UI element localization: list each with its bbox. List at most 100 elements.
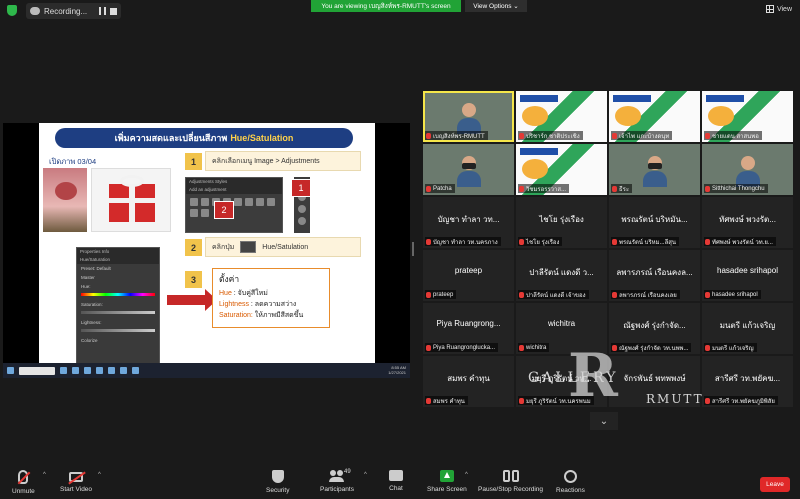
unmute-button[interactable]: Unmute bbox=[12, 470, 35, 495]
chat-button[interactable]: Chat bbox=[389, 470, 403, 492]
watermark-letter: R bbox=[568, 341, 618, 411]
participant-display-name: wichitra bbox=[547, 319, 576, 328]
participant-display-name: มนตรี แก้วเจริญ bbox=[719, 321, 776, 330]
participant-tile[interactable]: Piya Ruangrong... Piya Ruangronglucka... bbox=[423, 303, 514, 354]
participant-tile[interactable]: hasadee srihapol hasadee srihapol bbox=[702, 250, 793, 301]
microphone-muted-icon bbox=[18, 470, 29, 484]
properties-panel: Properties Info Hue/Saturation Preset: D… bbox=[76, 247, 160, 363]
participant-tile[interactable]: สารีศรี วท.พยัคฆ... สารีศรี วท.พยัคฆภูมิพ… bbox=[702, 356, 793, 407]
reactions-button[interactable]: Reactions bbox=[556, 470, 585, 494]
participant-name: Patcha bbox=[433, 185, 452, 192]
participant-tile[interactable]: วิชมรอรรวาส... bbox=[516, 144, 607, 195]
participant-tile[interactable]: สมพร คำทุน สมพร คำทุน bbox=[423, 356, 514, 407]
step-1-text: คลิกเลือกเมนู Image > Adjustments bbox=[205, 151, 361, 171]
participant-tile[interactable]: ชายแดน สาสนพอ bbox=[702, 91, 793, 142]
taskbar-app-icon bbox=[84, 367, 91, 374]
participant-name-label: ธีระ bbox=[611, 184, 633, 193]
participant-name: Piya Ruangronglucka... bbox=[433, 344, 496, 351]
participant-name: ทัศพงษ์ พวงรัตน์ วท.ย... bbox=[712, 239, 773, 246]
start-video-button[interactable]: Start Video bbox=[60, 470, 92, 493]
adjustment-icons bbox=[186, 194, 282, 221]
participant-video bbox=[736, 156, 760, 187]
step-3-number: 3 bbox=[185, 271, 202, 288]
pause-recording-icon[interactable] bbox=[99, 7, 107, 15]
shield-icon[interactable] bbox=[7, 5, 17, 16]
participant-tile[interactable]: ธีระ bbox=[609, 144, 700, 195]
participant-name: วิชมรอรรวาส... bbox=[526, 186, 567, 193]
microphone-muted-icon bbox=[705, 344, 710, 351]
slide-title: เพิ่มความสดและเปลี่ยนสีภาพ Hue/Satulatio… bbox=[55, 128, 353, 148]
shield-icon bbox=[271, 470, 284, 483]
gift-ribbon bbox=[129, 184, 135, 222]
participant-name: สารีศรี วท.พยัคฆภูมิพิสัย bbox=[712, 398, 775, 405]
participants-button[interactable]: 49 Participants bbox=[320, 469, 354, 493]
share-options-caret[interactable]: ^ bbox=[465, 472, 468, 478]
participant-name-label: บัญชา ทำลา วท.นครภาง bbox=[425, 237, 501, 246]
participant-tile[interactable]: ทัศพงษ์ พวงรัต... ทัศพงษ์ พวงรัตน์ วท.ย..… bbox=[702, 197, 793, 248]
properties-title: Properties Info bbox=[77, 248, 159, 256]
participant-tile[interactable]: เจ้าไพ แกะบ้างดนุท bbox=[609, 91, 700, 142]
participant-display-name: ปาลีรัตน์ แดงดี ว... bbox=[529, 268, 594, 277]
adjustments-panel: Adjustments Styles Add an adjustment bbox=[185, 177, 283, 233]
participant-tile[interactable]: ณัฐพงศ์ รุ่งกำจัด... ณัฐพงศ์ รุ่งกำจัด วท… bbox=[609, 303, 700, 354]
participant-tile[interactable]: ไชโย รุ่งเรือง ไชโย รุ่งเรือง bbox=[516, 197, 607, 248]
chat-label: Chat bbox=[389, 485, 403, 492]
participant-display-name: prateep bbox=[454, 266, 483, 275]
unmute-label: Unmute bbox=[12, 488, 35, 495]
windows-taskbar: 8:55 AM 1/27/2021 bbox=[3, 363, 410, 378]
participant-name-label: ณัฐพงศ์ รุ่งกำจัด วท.นพพ... bbox=[611, 343, 692, 352]
participants-icon: 49 bbox=[328, 469, 351, 482]
participant-tile[interactable]: ปริชาร์ก ชาติประเชิง bbox=[516, 91, 607, 142]
participant-tile[interactable]: ลพารภรณ์ เรือนคงล... ลพารภรณ์ เรือนคงเลย bbox=[609, 250, 700, 301]
taskbar-app-icon bbox=[108, 367, 115, 374]
participant-tile[interactable]: Sitthichai Thongchu bbox=[702, 144, 793, 195]
participant-tile[interactable]: ปาลีรัตน์ แดงดี ว... ปาลีรัตน์ แดงดี เจ้า… bbox=[516, 250, 607, 301]
audio-options-caret[interactable]: ^ bbox=[43, 472, 46, 478]
participants-label: Participants bbox=[320, 486, 354, 493]
hue-label: Hue: bbox=[81, 284, 91, 289]
stop-recording-icon[interactable] bbox=[110, 7, 118, 15]
participant-name: บัญชา ทำลา วท.นครภาง bbox=[433, 239, 498, 246]
notes-lightness: Lightness : ลดความสว่าง bbox=[219, 301, 297, 308]
reactions-label: Reactions bbox=[556, 487, 585, 494]
security-label: Security bbox=[266, 487, 290, 494]
microphone-muted-icon bbox=[426, 344, 431, 351]
security-button[interactable]: Security bbox=[266, 470, 289, 494]
participant-tile[interactable]: บัญชา ทำลา วท... บัญชา ทำลา วท.นครภาง bbox=[423, 197, 514, 248]
participant-name-label: พรณรัตน์ บริหม...ลีสุน bbox=[611, 237, 680, 246]
smiley-icon bbox=[563, 470, 577, 483]
participant-name-label: ทัศพงษ์ พวงรัตน์ วท.ย... bbox=[704, 237, 776, 246]
participant-tile[interactable]: เบญสิงห์พร-RMUTT bbox=[423, 91, 514, 142]
microphone-muted-icon bbox=[426, 291, 431, 298]
participant-name-label: ปาลีรัตน์ แดงดี เจ้าของ bbox=[518, 290, 589, 299]
participant-tile[interactable]: มนตรี แก้วเจริญ มนตรี แก้วเจริญ bbox=[702, 303, 793, 354]
view-options-button[interactable]: View Options ⌄ bbox=[465, 0, 527, 12]
share-screen-button[interactable]: Share Screen bbox=[427, 470, 467, 493]
chevron-down-icon: ⌄ bbox=[513, 3, 519, 10]
gallery-next-page-button[interactable]: ⌄ bbox=[590, 412, 618, 430]
view-button[interactable]: View bbox=[765, 5, 792, 13]
step-1-number: 1 bbox=[185, 153, 202, 170]
video-options-caret[interactable]: ^ bbox=[98, 472, 101, 478]
participant-name: ปาลีรัตน์ แดงดี เจ้าของ bbox=[526, 292, 586, 299]
participants-options-caret[interactable]: ^ bbox=[364, 472, 367, 478]
chat-icon bbox=[389, 470, 403, 481]
split-view-handle[interactable] bbox=[412, 242, 414, 256]
participant-name-label: ลพารภรณ์ เรือนคงเลย bbox=[611, 290, 680, 299]
participant-tile[interactable]: prateep prateep bbox=[423, 250, 514, 301]
pause-stop-recording-button[interactable]: Pause/Stop Recording bbox=[478, 470, 543, 493]
recording-label: Recording... bbox=[44, 6, 88, 16]
microphone-muted-icon bbox=[705, 185, 710, 192]
participant-tile[interactable]: พรณรัตน์ บริหมัน... พรณรัตน์ บริหม...ลีสุ… bbox=[609, 197, 700, 248]
taskbar-app-icon bbox=[96, 367, 103, 374]
view-options-label: View Options bbox=[473, 2, 512, 10]
participant-tile[interactable]: Patcha bbox=[423, 144, 514, 195]
participant-name-label: สารีศรี วท.พยัคฆภูมิพิสัย bbox=[704, 396, 778, 405]
participant-name-label: ไชโย รุ่งเรือง bbox=[518, 237, 563, 246]
settings-notes: ตั้งค่า Hue : จับคู่สีใหม่ Lightness : ล… bbox=[212, 268, 330, 328]
saturation-label: Saturation: bbox=[81, 302, 103, 307]
step-2-text-a: คลิกปุ่ม bbox=[212, 243, 235, 251]
participant-name-label: เจ้าไพ แกะบ้างดนุท bbox=[611, 131, 673, 140]
leave-button[interactable]: Leave bbox=[760, 477, 790, 492]
camera-off-icon bbox=[69, 472, 84, 482]
